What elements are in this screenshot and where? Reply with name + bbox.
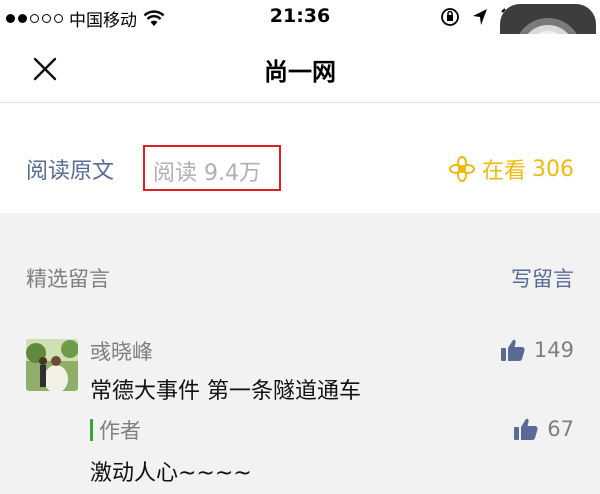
comments-section: 精选留言 写留言 彧晓峰 149 常德大事件 第一条隧道通车 作者 67 激动人… — [0, 213, 600, 494]
read-original-link[interactable]: 阅读原文 — [26, 153, 114, 185]
orientation-lock-icon — [441, 8, 459, 26]
reply-like-button[interactable]: 67 — [513, 416, 574, 442]
nav-bar: 尚一网 — [0, 34, 600, 103]
flower-icon — [448, 156, 475, 182]
wow-count: 306 — [532, 156, 574, 182]
author-reply-text: 激动人心~~~~ — [90, 461, 252, 486]
thumbs-up-icon — [500, 339, 525, 361]
thumbs-up-icon — [514, 418, 538, 440]
author-reply-label: 作者 — [99, 419, 141, 443]
write-comment-link[interactable]: 写留言 — [511, 263, 574, 293]
article-footer: 阅读原文 阅读 9.4万 在看 306 — [0, 103, 600, 213]
read-count: 阅读 9.4万 — [153, 161, 261, 186]
reply-like-count: 67 — [547, 417, 574, 441]
comment-author-name[interactable]: 彧晓峰 — [90, 336, 153, 366]
comment-like-count: 149 — [533, 338, 574, 362]
comment-text: 常德大事件 第一条隧道通车 — [90, 379, 361, 404]
wow-label: 在看 — [481, 159, 526, 184]
comment-like-button[interactable]: 149 — [500, 337, 574, 363]
read-count-highlight: 阅读 9.4万 — [143, 145, 281, 191]
author-reply-marker — [90, 419, 93, 441]
wow-button[interactable]: 在看 306 — [448, 153, 574, 185]
featured-comments-title: 精选留言 — [26, 267, 110, 291]
location-arrow-icon — [473, 9, 487, 25]
page-title: 尚一网 — [264, 58, 336, 86]
avatar[interactable] — [26, 339, 78, 391]
